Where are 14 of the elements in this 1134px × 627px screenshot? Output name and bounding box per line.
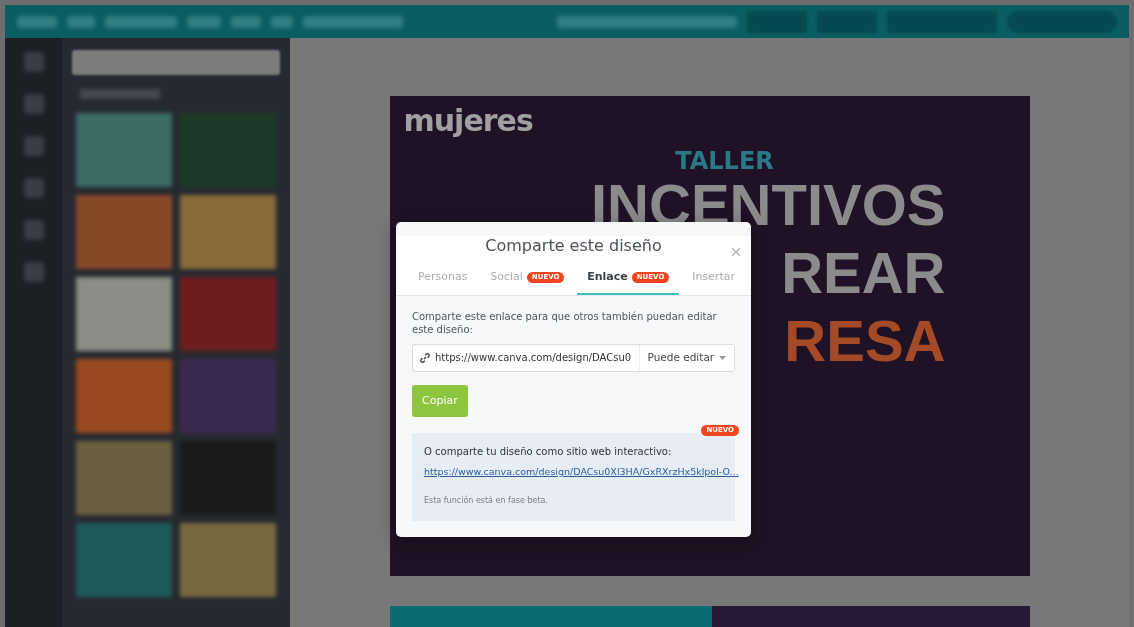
headline-text: RESA <box>784 314 946 368</box>
beta-note: Esta función está en fase beta. <box>424 495 550 508</box>
link-field[interactable]: https://www.canva.com/design/DACsu0 <box>413 344 640 371</box>
caret-icon <box>719 355 726 360</box>
dialog-title: Comparte este diseño <box>484 236 663 256</box>
headline-text: INCENTIVOS <box>591 178 946 232</box>
close-icon[interactable] <box>731 247 741 257</box>
headline-text: REAR <box>781 246 946 300</box>
website-link[interactable]: https://www.canva.com/design/DACsu0Xl3HA/GxRXrzHx5klpol-O... <box>424 465 739 480</box>
logo-text: mujeres <box>403 106 533 136</box>
website-text: O comparte tu diseño como sitio web interactivo: <box>424 445 673 459</box>
link-icon <box>419 351 431 364</box>
instruction-text: Comparte este enlace para que otros también puedan editar este diseño: <box>412 309 718 336</box>
design-subtitle: TALLER <box>675 146 774 176</box>
